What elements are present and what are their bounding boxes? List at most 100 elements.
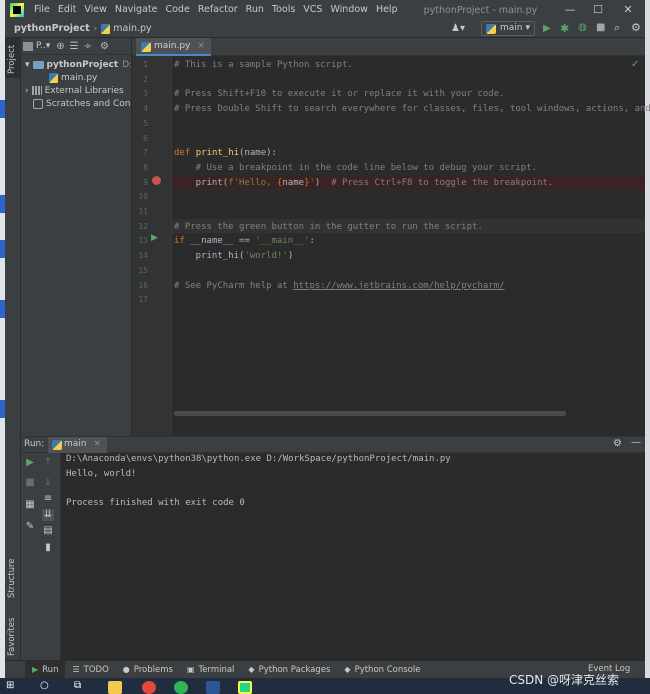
menu-window[interactable]: Window xyxy=(326,0,371,20)
pycharm-taskbar-icon[interactable] xyxy=(238,681,252,694)
line-number: 1 xyxy=(143,60,148,69)
bottom-tab-label: TODO xyxy=(83,664,109,675)
rerun-icon[interactable]: ▶ xyxy=(24,457,36,469)
tree-item-label: Scratches and Consol xyxy=(46,98,131,109)
code-token: # This is a sample Python script. xyxy=(174,60,353,70)
tree-item-main-py[interactable]: main.py xyxy=(49,71,97,84)
structure-tool-label[interactable]: Structure xyxy=(7,558,17,598)
close-run-tab-icon[interactable]: × xyxy=(93,439,101,449)
console-output-line: Process finished with exit code 0 xyxy=(66,498,245,508)
pin-icon[interactable]: ✎ xyxy=(24,521,36,533)
tree-item-project-root[interactable]: ▾ pythonProject D:\W xyxy=(25,58,131,71)
layout-icon[interactable]: ▦ xyxy=(24,499,36,511)
bottom-tab-terminal[interactable]: ▣ Terminal xyxy=(180,661,241,679)
code-token: ) xyxy=(287,251,294,262)
run-settings-icon[interactable]: ⚙ xyxy=(613,438,622,449)
search-icon[interactable]: ○ xyxy=(40,680,49,691)
code-line: print(f'Hello, {name}') # Press Ctrl+F8 … xyxy=(174,176,554,190)
print-icon[interactable]: ▤ xyxy=(42,525,54,537)
run-tab-main[interactable]: main × xyxy=(48,437,107,453)
line-number: 7 xyxy=(143,148,148,158)
bottom-tab-todo[interactable]: ☰ TODO xyxy=(65,661,115,679)
menu-file[interactable]: File xyxy=(30,0,54,20)
stop-icon[interactable]: ■ xyxy=(596,22,605,33)
run-config-select[interactable]: main ▾ xyxy=(481,21,535,36)
run-gutter-icon[interactable]: ▶ xyxy=(151,233,158,243)
code-editor[interactable]: 1 2 3 4 5 6 7 8 9 10 11 12 13 14 15 16 17 # This is a sa… xyxy=(132,56,650,436)
task-view-icon[interactable]: ⧉ xyxy=(74,680,81,691)
close-button[interactable]: ✕ xyxy=(615,0,641,20)
code-token: # See PyCharm help at xyxy=(174,280,294,291)
line-number: 11 xyxy=(138,207,148,216)
menu-vcs[interactable]: VCS xyxy=(299,0,326,20)
run-tool-window: Run: main × ⚙ — ▶ ↑ ■ ↓ ≡ ▦ ⇊ ✎ ▤ ▮ D:\A… xyxy=(21,436,645,661)
panel-settings-icon[interactable]: ⚙ xyxy=(100,41,109,52)
bottom-tab-python-packages[interactable]: ◆ Python Packages xyxy=(241,661,337,679)
bottom-tab-python-console[interactable]: ◆ Python Console xyxy=(337,661,427,679)
locate-icon[interactable]: ⊕ xyxy=(56,41,64,52)
favorites-tool-label[interactable]: Favorites xyxy=(7,618,17,656)
start-icon[interactable]: ⊞ xyxy=(6,680,14,691)
scroll-up-icon[interactable]: ↑ xyxy=(42,457,54,469)
close-tab-icon[interactable]: × xyxy=(197,41,205,51)
word-icon[interactable] xyxy=(206,681,220,694)
menu-help[interactable]: Help xyxy=(372,0,402,20)
clear-icon[interactable]: ▮ xyxy=(42,542,54,554)
bottom-tab-label: Python Packages xyxy=(258,664,331,675)
debug-icon[interactable]: ✱ xyxy=(560,22,569,35)
line-number: 15 xyxy=(138,265,148,275)
project-panel-header: P..▾ ⊕ ☰ ÷ ⚙ xyxy=(21,38,131,55)
search-icon[interactable]: ⌕ xyxy=(614,21,620,35)
menu-navigate[interactable]: Navigate xyxy=(111,0,162,20)
stop-run-icon[interactable]: ■ xyxy=(24,477,36,489)
file-explorer-icon[interactable] xyxy=(108,681,122,694)
bottom-tab-problems[interactable]: ● Problems xyxy=(116,661,180,679)
breadcrumb-file[interactable]: main.py xyxy=(113,23,151,34)
python-file-icon xyxy=(49,72,58,83)
soft-wrap-icon[interactable]: ≡ xyxy=(42,493,54,505)
breakpoint-icon[interactable] xyxy=(152,176,161,185)
chrome-icon[interactable] xyxy=(142,681,156,694)
minimize-button[interactable]: — xyxy=(557,0,583,20)
menu-tools[interactable]: Tools xyxy=(268,0,299,20)
expand-icon[interactable]: ÷ xyxy=(84,41,92,52)
add-user-icon[interactable]: ♟▾ xyxy=(451,23,465,34)
line-number: 4 xyxy=(143,104,148,114)
tree-item-label: pythonProject xyxy=(46,59,119,70)
bottom-tab-run[interactable]: ▶ Run xyxy=(25,660,66,679)
tree-item-external-libraries[interactable]: › External Libraries xyxy=(25,84,124,97)
pycharm-logo-icon xyxy=(10,3,24,17)
line-number: 13 xyxy=(138,236,148,246)
navigation-bar: pythonProject › main.py ♟▾ main ▾ ▶ ✱ ◍ … xyxy=(5,20,645,38)
breadcrumb-project[interactable]: pythonProject xyxy=(14,23,90,34)
project-tool-label[interactable]: Project xyxy=(7,45,17,74)
window-title: pythonProject - main.py xyxy=(423,4,538,16)
menu-code[interactable]: Code xyxy=(161,0,193,20)
folder-icon xyxy=(32,60,44,69)
code-token: 'world!' xyxy=(244,251,288,262)
coverage-icon[interactable]: ◍ xyxy=(578,22,587,33)
menu-refactor[interactable]: Refactor xyxy=(194,0,242,20)
python-file-icon xyxy=(52,440,62,450)
project-view-dropdown[interactable]: P..▾ xyxy=(36,41,50,51)
code-token[interactable]: https://www.jetbrains.com/help/pycharm/ xyxy=(293,281,504,291)
collapse-all-icon[interactable]: ☰ xyxy=(70,41,79,52)
run-icon[interactable]: ▶ xyxy=(543,23,551,34)
tab-main-py[interactable]: main.py × xyxy=(136,38,211,56)
code-token: # Use a breakpoint in the code line belo… xyxy=(174,162,538,173)
scroll-down-icon[interactable]: ↓ xyxy=(42,477,54,489)
menu-run[interactable]: Run xyxy=(242,0,268,20)
code-line: if __name__ == '__main__': xyxy=(174,234,315,248)
hide-panel-icon[interactable]: — xyxy=(631,437,641,448)
tree-item-label: main.py xyxy=(61,72,98,83)
maximize-button[interactable]: ☐ xyxy=(585,0,611,20)
scroll-to-end-icon[interactable]: ⇊ xyxy=(42,509,54,521)
menu-edit[interactable]: Edit xyxy=(54,0,80,20)
editor-gutter[interactable]: 1 2 3 4 5 6 7 8 9 10 11 12 13 14 15 16 17 xyxy=(132,56,172,436)
wechat-icon[interactable] xyxy=(174,681,188,694)
tree-item-scratches[interactable]: Scratches and Consol xyxy=(33,97,131,110)
code-line: # Press Shift+F10 to execute it or repla… xyxy=(174,87,505,101)
menu-view[interactable]: View xyxy=(80,0,111,20)
settings-gear-icon[interactable]: ⚙ xyxy=(631,21,641,34)
horizontal-scrollbar[interactable] xyxy=(174,411,566,416)
